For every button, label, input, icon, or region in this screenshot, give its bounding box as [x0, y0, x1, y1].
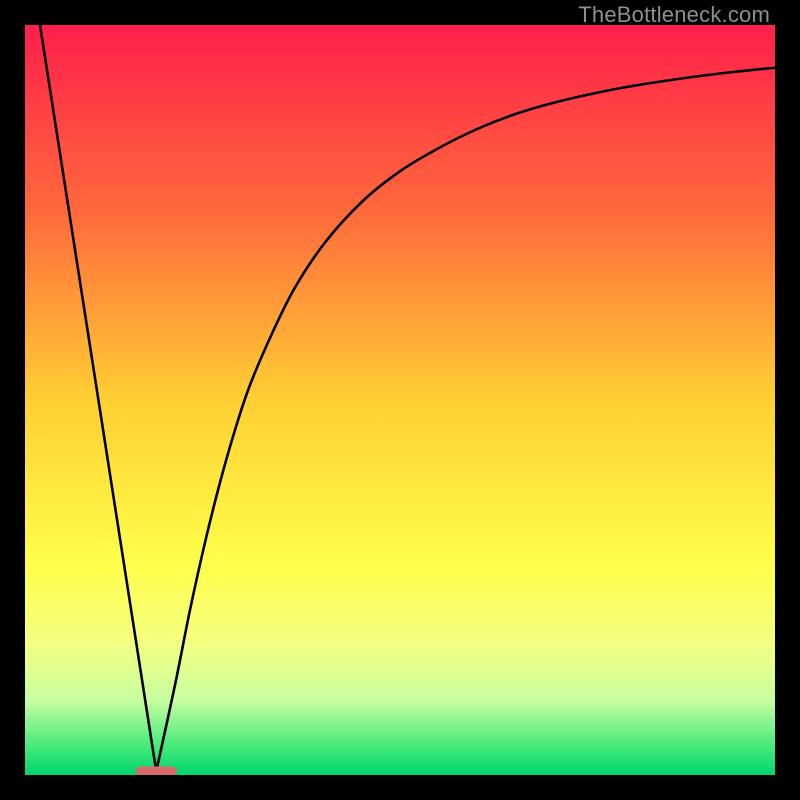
- gradient-background: [25, 25, 775, 775]
- optimal-range-marker: [136, 766, 177, 775]
- bottleneck-chart: [25, 25, 775, 775]
- chart-frame: [25, 25, 775, 775]
- watermark-label: TheBottleneck.com: [578, 2, 770, 28]
